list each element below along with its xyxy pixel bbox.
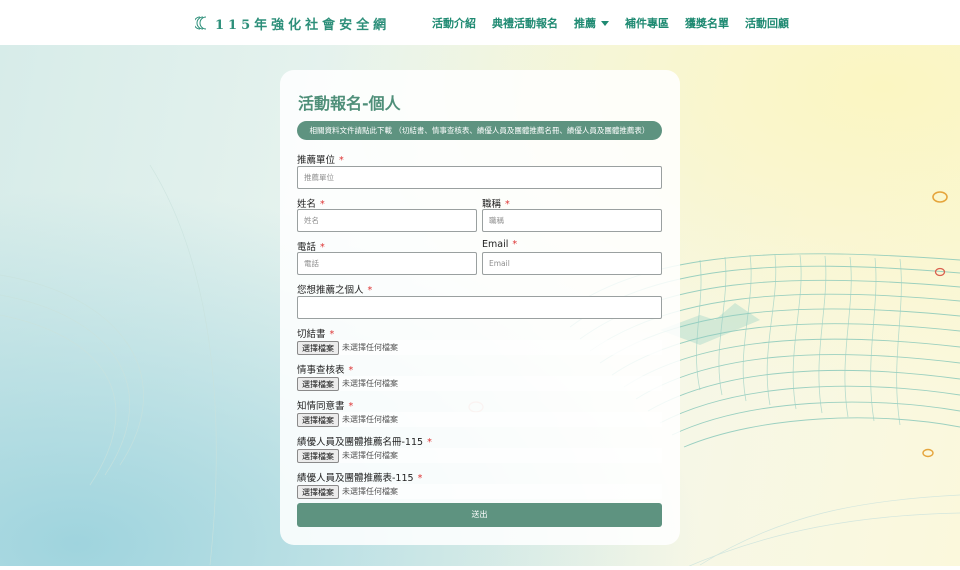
logo-rings-icon xyxy=(195,16,207,30)
site-logo[interactable]: 115年強化社會安全網 xyxy=(195,13,390,33)
job-title-label: 職稱 * xyxy=(482,199,510,210)
affidavit-choose-file-button[interactable]: 選擇檔案 xyxy=(297,340,339,355)
email-input[interactable] xyxy=(482,252,662,275)
required-mark: * xyxy=(339,155,344,166)
phone-label: 電話 * xyxy=(297,242,325,253)
roster-choose-file-button[interactable]: 選擇檔案 xyxy=(297,448,339,463)
nav-activity-review[interactable]: 活動回顧 xyxy=(745,15,789,31)
nav-supplement-zone[interactable]: 補件專區 xyxy=(625,15,669,31)
recommendation-form-file-input: 選擇檔案 未選擇任何檔案 xyxy=(297,484,662,499)
form-title: 活動報名-個人 xyxy=(298,94,401,113)
unit-input[interactable] xyxy=(297,166,662,189)
top-navbar: 115年強化社會安全網 活動介紹 典禮活動報名 推薦 補件專區 獲獎名單 活動回… xyxy=(0,0,960,45)
roster-label: 績優人員及團體推薦名冊-115 * xyxy=(297,437,432,448)
background-check-label: 情事查核表 * xyxy=(297,365,354,376)
required-mark: * xyxy=(427,437,432,448)
caret-down-icon xyxy=(601,20,609,26)
footer-strip xyxy=(0,566,960,570)
email-label: Email * xyxy=(482,239,518,250)
consent-form-file-input: 選擇檔案 未選擇任何檔案 xyxy=(297,412,662,427)
recommendation-form-label: 績優人員及團體推薦表-115 * xyxy=(297,473,423,484)
required-mark: * xyxy=(329,329,335,340)
roster-file-status: 未選擇任何檔案 xyxy=(342,451,398,460)
job-title-input[interactable] xyxy=(482,209,662,232)
nav-activity-intro[interactable]: 活動介紹 xyxy=(432,15,476,31)
required-mark: * xyxy=(512,239,518,250)
documents-download-link[interactable]: 相關資料文件請點此下載 （切結書、情事查核表、績優人員及團體推薦名冊、績優人員及… xyxy=(297,121,662,140)
required-mark: * xyxy=(348,365,354,376)
name-input[interactable] xyxy=(297,209,477,232)
required-mark: * xyxy=(417,473,423,484)
required-mark: * xyxy=(348,401,354,412)
submit-button[interactable]: 送出 xyxy=(297,503,662,527)
affidavit-file-input: 選擇檔案 未選擇任何檔案 xyxy=(297,340,662,355)
nav-ceremony-registration[interactable]: 典禮活動報名 xyxy=(492,15,558,31)
background-check-choose-file-button[interactable]: 選擇檔案 xyxy=(297,376,339,391)
registration-form-card: 活動報名-個人 相關資料文件請點此下載 （切結書、情事查核表、績優人員及團體推薦… xyxy=(280,70,680,545)
name-label: 姓名 * xyxy=(297,199,325,210)
background-check-file-status: 未選擇任何檔案 xyxy=(342,379,398,388)
required-mark: * xyxy=(367,285,373,296)
phone-input[interactable] xyxy=(297,252,477,275)
main-nav: 活動介紹 典禮活動報名 推薦 補件專區 獲獎名單 活動回顧 xyxy=(432,15,789,31)
recommended-person-label: 您想推薦之個人 * xyxy=(297,285,373,296)
affidavit-file-status: 未選擇任何檔案 xyxy=(342,343,398,352)
recommendation-form-choose-file-button[interactable]: 選擇檔案 xyxy=(297,484,339,499)
recommendation-form-file-status: 未選擇任何檔案 xyxy=(342,487,398,496)
consent-form-file-status: 未選擇任何檔案 xyxy=(342,415,398,424)
logo-text: 115年強化社會安全網 xyxy=(215,17,391,33)
recommended-person-input[interactable] xyxy=(297,296,662,319)
affidavit-label: 切結書 * xyxy=(297,329,335,340)
unit-label: 推薦單位 * xyxy=(297,155,344,166)
nav-recommend-dropdown[interactable]: 推薦 xyxy=(574,15,609,31)
consent-form-label: 知情同意書 * xyxy=(297,401,354,412)
consent-form-choose-file-button[interactable]: 選擇檔案 xyxy=(297,412,339,427)
nav-award-list[interactable]: 獲獎名單 xyxy=(685,15,729,31)
background-check-file-input: 選擇檔案 未選擇任何檔案 xyxy=(297,376,662,391)
roster-file-input: 選擇檔案 未選擇任何檔案 xyxy=(297,448,662,463)
